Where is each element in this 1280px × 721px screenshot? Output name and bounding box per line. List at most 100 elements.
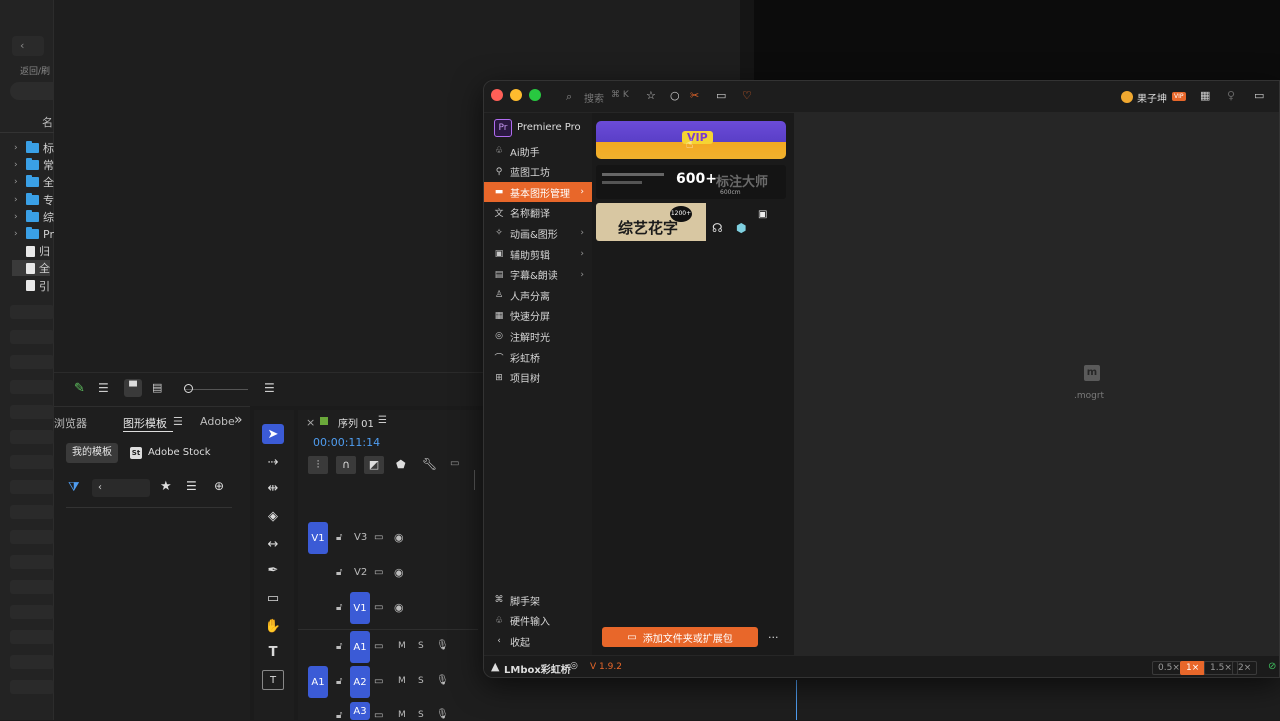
sidebar-item[interactable]: ◎ 注解时光: [484, 326, 592, 346]
zoom-level-button[interactable]: 2×: [1232, 661, 1258, 675]
vip-banner-thumbnail[interactable]: VIP ☝: [596, 121, 786, 159]
panel-divider[interactable]: [740, 0, 754, 80]
sort-icon[interactable]: ☰: [186, 479, 197, 493]
sidebar-item[interactable]: ✧ 动画&图形 ›: [484, 223, 592, 243]
sidebar-item[interactable]: ♧ Ai助手: [484, 141, 592, 161]
tab-browser[interactable]: 浏览器: [54, 415, 87, 431]
caption-tool-icon[interactable]: T: [262, 670, 284, 690]
close-icon[interactable]: ×: [306, 416, 315, 429]
track-target-a3[interactable]: A3: [350, 702, 370, 720]
project-item[interactable]: › 标: [14, 140, 54, 156]
snap-icon[interactable]: ⫶: [308, 456, 328, 474]
eye-icon[interactable]: ◉: [394, 566, 404, 579]
sidebar-bottom-item[interactable]: ♧ 硬件输入: [484, 611, 592, 631]
source-patch-v1[interactable]: V1: [308, 522, 328, 554]
annotation-master-thumbnail[interactable]: 600+ 标注大师 600cm: [596, 165, 786, 199]
sidebar-item[interactable]: ▤ 字幕&朗读 ›: [484, 265, 592, 285]
sidebar-item[interactable]: ⚲ 蓝图工坊: [484, 162, 592, 182]
sidebar-item[interactable]: 文名称翻译: [484, 203, 592, 223]
tab-graphics-templates[interactable]: 图形模板: [123, 415, 167, 431]
solo-button[interactable]: S: [418, 710, 424, 720]
rectangle-icon[interactable]: ▭: [262, 588, 284, 608]
marker-icon[interactable]: ⬟: [396, 458, 406, 471]
user-avatar[interactable]: [1121, 91, 1133, 103]
pencil-icon[interactable]: ✎: [74, 381, 85, 396]
chevron-right-icon[interactable]: ›: [14, 212, 22, 222]
lock-icon[interactable]: 🔓︎: [336, 676, 342, 687]
add-folder-button[interactable]: ▭ 添加文件夹或扩展包: [602, 627, 758, 647]
solo-button[interactable]: S: [418, 676, 424, 686]
chevron-right-icon[interactable]: ›: [14, 229, 22, 239]
icon-view-icon[interactable]: ▀: [124, 379, 142, 397]
hand-icon[interactable]: ✋: [262, 616, 284, 636]
track-target-a1[interactable]: A1: [350, 631, 370, 663]
sync-lock-icon[interactable]: ▭: [374, 710, 383, 721]
tab-adobe[interactable]: Adobe: [200, 415, 235, 428]
track-select-icon[interactable]: ⇢: [262, 452, 284, 472]
sync-lock-icon[interactable]: ▭: [374, 567, 383, 578]
calendar-icon[interactable]: ▦: [1200, 89, 1210, 102]
mute-button[interactable]: M: [398, 676, 406, 686]
eye-icon[interactable]: ◉: [394, 601, 404, 614]
back-button[interactable]: ‹: [12, 36, 44, 56]
microphone-icon[interactable]: 🎙︎: [436, 640, 449, 651]
project-item[interactable]: › 全: [14, 174, 54, 190]
circle-icon[interactable]: ○: [670, 89, 680, 102]
sequence-tab[interactable]: 序列 01: [338, 415, 374, 430]
razor-icon[interactable]: ◈: [262, 506, 284, 526]
sidebar-item[interactable]: ⌒ 彩虹桥: [484, 347, 592, 367]
track-target-v1[interactable]: V1: [350, 592, 370, 624]
lock-icon[interactable]: 🔓︎: [336, 641, 342, 652]
microphone-icon[interactable]: 🎙︎: [436, 709, 449, 720]
sidebar-item[interactable]: ♙ 人声分离: [484, 285, 592, 305]
zoom-slider-handle[interactable]: [184, 384, 193, 393]
project-item[interactable]: 引: [14, 278, 50, 294]
slip-icon[interactable]: ↔: [262, 534, 284, 554]
screen-icon[interactable]: ▭: [716, 89, 726, 102]
plugin-search-input[interactable]: 搜索: [584, 90, 604, 105]
chevron-right-icon[interactable]: ›: [14, 160, 22, 170]
panel-menu-icon[interactable]: ☰: [173, 415, 183, 428]
lock-icon[interactable]: 🔓︎: [336, 532, 342, 543]
star-icon[interactable]: ☆: [646, 89, 656, 102]
sync-lock-icon[interactable]: ▭: [374, 641, 383, 652]
bulb-icon[interactable]: ♀: [1227, 89, 1235, 102]
adobe-stock-tab[interactable]: Adobe Stock: [148, 447, 211, 458]
mute-button[interactable]: M: [398, 641, 406, 651]
mute-button[interactable]: M: [398, 710, 406, 720]
solo-button[interactable]: S: [418, 641, 424, 651]
star-icon[interactable]: ★: [160, 479, 172, 494]
sidebar-bottom-item[interactable]: ⌘ 脚手架: [484, 590, 592, 610]
list-view-icon[interactable]: ☰: [98, 381, 109, 395]
more-options-icon[interactable]: ···: [768, 631, 779, 644]
eye-icon[interactable]: ◉: [394, 531, 404, 544]
type-icon[interactable]: T: [262, 642, 284, 662]
project-search[interactable]: [10, 82, 54, 100]
pen-icon[interactable]: ✒: [262, 560, 284, 580]
captions-icon[interactable]: ▭: [450, 458, 459, 469]
chevron-right-icon[interactable]: ›: [14, 143, 22, 153]
zoom-level-button[interactable]: 1×: [1180, 661, 1206, 675]
sidebar-item[interactable]: ▣ 辅助剪辑 ›: [484, 244, 592, 264]
zoom-slider[interactable]: [184, 389, 248, 390]
project-item[interactable]: › 常: [14, 157, 54, 173]
timecode[interactable]: 00:00:11:14: [313, 436, 380, 449]
sync-lock-icon[interactable]: ▭: [374, 532, 383, 543]
project-item[interactable]: › Pr: [14, 226, 54, 242]
project-item[interactable]: › 专: [14, 192, 54, 208]
magnet-icon[interactable]: ∩: [336, 456, 356, 474]
selection-tool-icon[interactable]: ➤: [262, 424, 284, 444]
playhead[interactable]: [796, 680, 797, 720]
user-name[interactable]: 果子坤: [1137, 90, 1167, 105]
minimize-window-button[interactable]: [510, 89, 522, 101]
scissors-icon[interactable]: ✂: [690, 89, 699, 102]
lock-icon[interactable]: 🔓︎: [336, 710, 342, 721]
project-item[interactable]: 全: [12, 260, 50, 277]
chevron-right-icon[interactable]: ›: [14, 177, 22, 187]
wrench-icon[interactable]: 🔧︎: [422, 457, 437, 471]
project-item[interactable]: 归: [14, 243, 50, 259]
overflow-icon[interactable]: »: [234, 412, 243, 428]
project-item[interactable]: › 综: [14, 209, 54, 225]
track-target-a2[interactable]: A2: [350, 666, 370, 698]
chevron-right-icon[interactable]: ›: [14, 195, 22, 205]
